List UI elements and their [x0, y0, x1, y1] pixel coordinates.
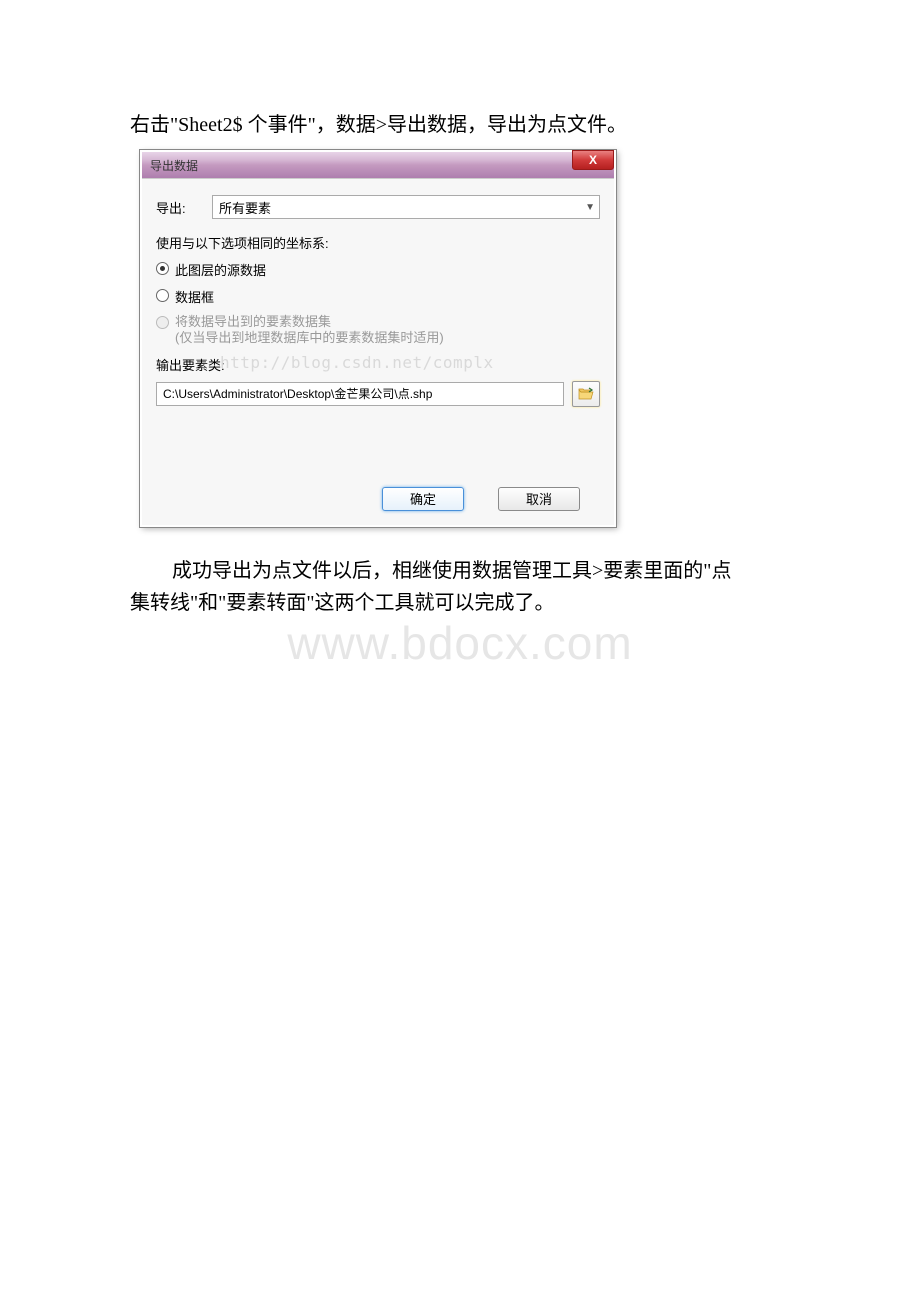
ok-button[interactable]: 确定 — [382, 487, 464, 511]
dialog-title: 导出数据 — [150, 157, 198, 174]
chevron-down-icon: ▼ — [585, 202, 595, 213]
radio-feature-dataset: 将数据导出到的要素数据集 (仅当导出到地理数据库中的要素数据集时适用) — [156, 314, 600, 347]
export-select[interactable]: 所有要素 ▼ — [212, 195, 600, 219]
output-path-input[interactable]: C:\Users\Administrator\Desktop\金芒果公司\点.s… — [156, 382, 564, 406]
page-watermark: www.bdocx.com — [0, 616, 920, 670]
radio-label: 此图层的源数据 — [175, 260, 266, 279]
browse-button[interactable] — [572, 381, 600, 407]
radio-group: 此图层的源数据 数据框 将数据导出到的要素数据集 (仅当导出到地理数据库中的要素… — [156, 260, 600, 347]
instruction-text: 右击"Sheet2$ 个事件"，数据>导出数据，导出为点文件。 — [130, 110, 810, 140]
radio-data-frame[interactable]: 数据框 — [156, 287, 600, 306]
close-button[interactable]: X — [572, 150, 614, 170]
radio-label: 数据框 — [175, 287, 214, 306]
radio-label: 将数据导出到的要素数据集 (仅当导出到地理数据库中的要素数据集时适用) — [175, 314, 444, 347]
output-path-row: C:\Users\Administrator\Desktop\金芒果公司\点.s… — [156, 381, 600, 407]
export-select-value: 所有要素 — [219, 198, 271, 217]
export-row: 导出: 所有要素 ▼ — [156, 195, 600, 219]
export-dialog: 导出数据 X 导出: 所有要素 ▼ 使用与以下选项相同的坐标系: 此图层的源数据 — [140, 150, 616, 527]
radio-icon — [156, 289, 169, 302]
output-label: 输出要素类: — [156, 358, 225, 373]
dialog-button-row: 确定 取消 — [156, 487, 600, 511]
radio-icon — [156, 316, 169, 329]
dialog-titlebar: 导出数据 X — [142, 152, 614, 178]
export-label: 导出: — [156, 198, 212, 217]
close-icon: X — [589, 153, 597, 167]
folder-open-icon — [578, 387, 594, 400]
radio-icon — [156, 262, 169, 275]
cancel-button[interactable]: 取消 — [498, 487, 580, 511]
dialog-body: 导出: 所有要素 ▼ 使用与以下选项相同的坐标系: 此图层的源数据 数据框 — [142, 178, 614, 525]
watermark-url: http://blog.csdn.net/complx — [220, 353, 494, 372]
radio-source-data[interactable]: 此图层的源数据 — [156, 260, 600, 279]
coord-system-label: 使用与以下选项相同的坐标系: — [156, 233, 600, 252]
followup-text: 成功导出为点文件以后，相继使用数据管理工具>要素里面的"点 集转线"和"要素转面… — [130, 555, 810, 619]
output-label-row: 输出要素类: http://blog.csdn.net/complx — [156, 355, 600, 375]
